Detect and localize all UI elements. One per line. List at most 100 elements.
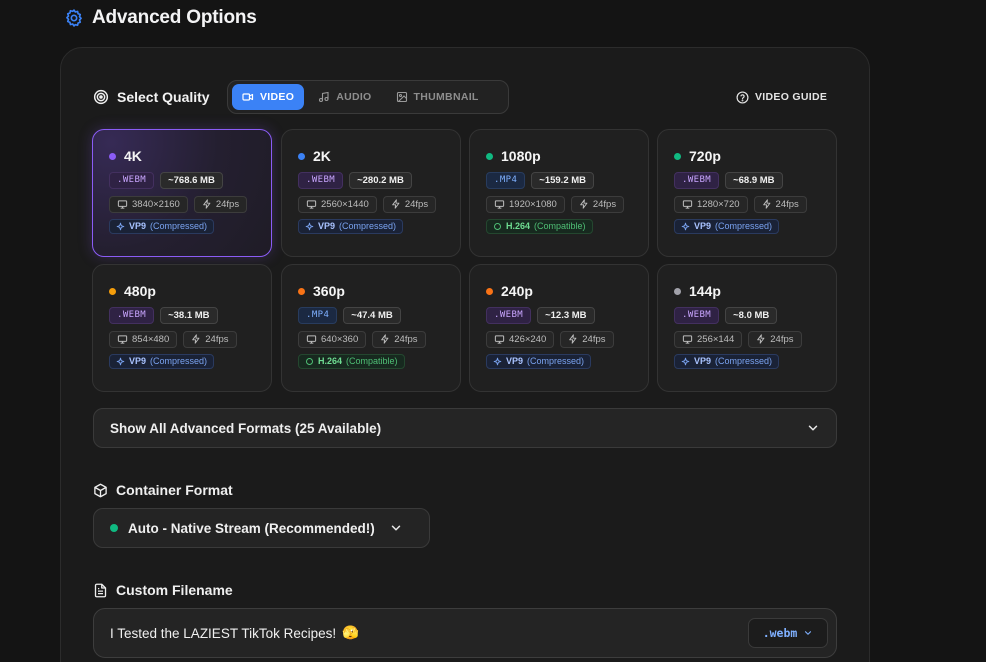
codec-row: H.264 (Compatible) (298, 353, 460, 369)
codec-badge: VP9 (Compressed) (674, 353, 780, 369)
page-title: Advanced Options (92, 7, 257, 28)
monitor-icon (494, 199, 505, 210)
resolution-value: 2560×1440 (321, 198, 369, 210)
resolution-badge: 2560×1440 (298, 195, 377, 213)
filename-emoji: 🫣 (342, 625, 359, 640)
format-row: .WEBM ~280.2 MB (298, 171, 460, 189)
codec-note: (Compressed) (150, 221, 208, 231)
lightning-icon (191, 334, 201, 344)
quality-card-4k[interactable]: 4K .WEBM ~768.6 MB 3840×2160 24fps VP9 (Compre… (92, 129, 272, 257)
quality-card-1080p[interactable]: 1080p .MP4 ~159.2 MB 1920×1080 24fps H.264 (Co… (469, 129, 649, 257)
video-guide-link[interactable]: VIDEO GUIDE (736, 88, 827, 106)
quality-card-480p[interactable]: 480p .WEBM ~38.1 MB 854×480 24fps VP9 (Compres… (92, 264, 272, 392)
quality-card-240p[interactable]: 240p .WEBM ~12.3 MB 426×240 24fps VP9 (Compres… (469, 264, 649, 392)
format-badge: .MP4 (298, 306, 338, 324)
quality-card-144p[interactable]: 144p .WEBM ~8.0 MB 256×144 24fps VP9 (Compress… (657, 264, 837, 392)
container-format-select[interactable]: Auto - Native Stream (Recommended!) (93, 508, 430, 548)
fps-value: 24fps (775, 198, 799, 210)
media-type-tabs: VIDEO AUDIO THUMBNAIL (227, 80, 509, 114)
card-header: 240p (486, 282, 648, 300)
meta-row: 1920×1080 24fps (486, 195, 648, 213)
chevron-down-icon (389, 521, 403, 535)
custom-filename-label: Custom Filename (116, 582, 233, 598)
quality-dot (298, 287, 305, 295)
resolution-badge: 1280×720 (674, 195, 748, 213)
file-size-badge: ~768.6 MB (160, 171, 223, 189)
tab-audio[interactable]: AUDIO (308, 84, 381, 110)
filename-value: I Tested the LAZIEST TikTok Recipes! (110, 625, 337, 641)
file-size-badge: ~38.1 MB (160, 306, 218, 324)
codec-badge: H.264 (Compatible) (298, 353, 405, 369)
quality-card-2k[interactable]: 2K .WEBM ~280.2 MB 2560×1440 24fps VP9 (Compre… (281, 129, 461, 257)
file-size-badge: ~68.9 MB (725, 171, 783, 189)
meta-row: 3840×2160 24fps (109, 195, 271, 213)
codec-name: VP9 (506, 356, 524, 366)
fps-badge: 24fps (570, 195, 625, 213)
fps-value: 24fps (404, 198, 429, 210)
fps-value: 24fps (770, 333, 794, 345)
quality-label: 720p (689, 148, 721, 164)
file-size-badge: ~159.2 MB (531, 171, 595, 189)
quality-label: 360p (313, 283, 345, 299)
format-badge: .WEBM (298, 171, 344, 189)
sparkle-icon (116, 222, 125, 231)
format-row: .MP4 ~47.4 MB (298, 306, 460, 324)
monitor-icon (117, 199, 128, 210)
format-row: .WEBM ~8.0 MB (674, 306, 836, 324)
tab-thumbnail-label: THUMBNAIL (413, 91, 479, 103)
filename-input[interactable]: I Tested the LAZIEST TikTok Recipes! 🫣 .… (93, 608, 837, 658)
circle-icon (493, 222, 502, 231)
codec-note: (Compatible) (534, 221, 586, 231)
quality-dot (486, 152, 493, 160)
codec-badge: VP9 (Compressed) (674, 218, 780, 234)
target-icon (93, 89, 109, 105)
fps-badge: 24fps (753, 195, 807, 213)
extension-select[interactable]: .webm (748, 618, 828, 648)
fps-value: 24fps (582, 333, 606, 345)
fps-value: 24fps (394, 333, 418, 345)
video-camera-icon (242, 91, 254, 103)
codec-name: VP9 (129, 356, 147, 366)
image-icon (396, 91, 408, 103)
filename-value-wrap: I Tested the LAZIEST TikTok Recipes! 🫣 (110, 625, 359, 641)
show-advanced-formats-button[interactable]: Show All Advanced Formats (25 Available) (93, 408, 837, 448)
quality-label: 480p (124, 283, 156, 299)
quality-card-360p[interactable]: 360p .MP4 ~47.4 MB 640×360 24fps H.264 (Compat… (281, 264, 461, 392)
select-quality-label: Select Quality (117, 89, 210, 105)
monitor-icon (682, 334, 693, 345)
codec-row: H.264 (Compatible) (486, 218, 648, 234)
meta-row: 426×240 24fps (486, 330, 648, 348)
card-header: 1080p (486, 147, 648, 165)
format-row: .WEBM ~68.9 MB (674, 171, 836, 189)
codec-name: VP9 (318, 221, 336, 231)
music-note-icon (318, 91, 330, 103)
circle-icon (305, 357, 314, 366)
codec-badge: VP9 (Compressed) (486, 353, 592, 369)
advanced-formats-label: Show All Advanced Formats (25 Available) (110, 420, 382, 436)
codec-name: H.264 (318, 356, 343, 366)
resolution-value: 426×240 (509, 333, 547, 345)
codec-badge: VP9 (Compressed) (109, 218, 215, 234)
codec-row: VP9 (Compressed) (674, 353, 836, 369)
format-badge: .WEBM (486, 306, 532, 324)
sparkle-icon (681, 222, 690, 231)
quality-dot (486, 287, 493, 295)
page-header: Advanced Options (64, 6, 257, 30)
sparkle-icon (681, 357, 690, 366)
select-quality-heading: Select Quality (93, 87, 210, 107)
card-header: 720p (674, 147, 836, 165)
codec-badge: VP9 (Compressed) (109, 353, 215, 369)
quality-label: 144p (689, 283, 721, 299)
quality-card-720p[interactable]: 720p .WEBM ~68.9 MB 1280×720 24fps VP9 (Compre… (657, 129, 837, 257)
resolution-badge: 1920×1080 (486, 195, 565, 213)
tab-thumbnail[interactable]: THUMBNAIL (386, 84, 489, 110)
tab-video[interactable]: VIDEO (232, 84, 305, 110)
file-size-badge: ~47.4 MB (343, 306, 401, 324)
resolution-value: 256×144 (697, 333, 735, 345)
resolution-badge: 3840×2160 (109, 195, 188, 213)
fps-badge: 24fps (382, 195, 437, 213)
resolution-value: 854×480 (132, 333, 170, 345)
meta-row: 854×480 24fps (109, 330, 271, 348)
sparkle-icon (305, 222, 314, 231)
format-badge: .WEBM (674, 306, 720, 324)
